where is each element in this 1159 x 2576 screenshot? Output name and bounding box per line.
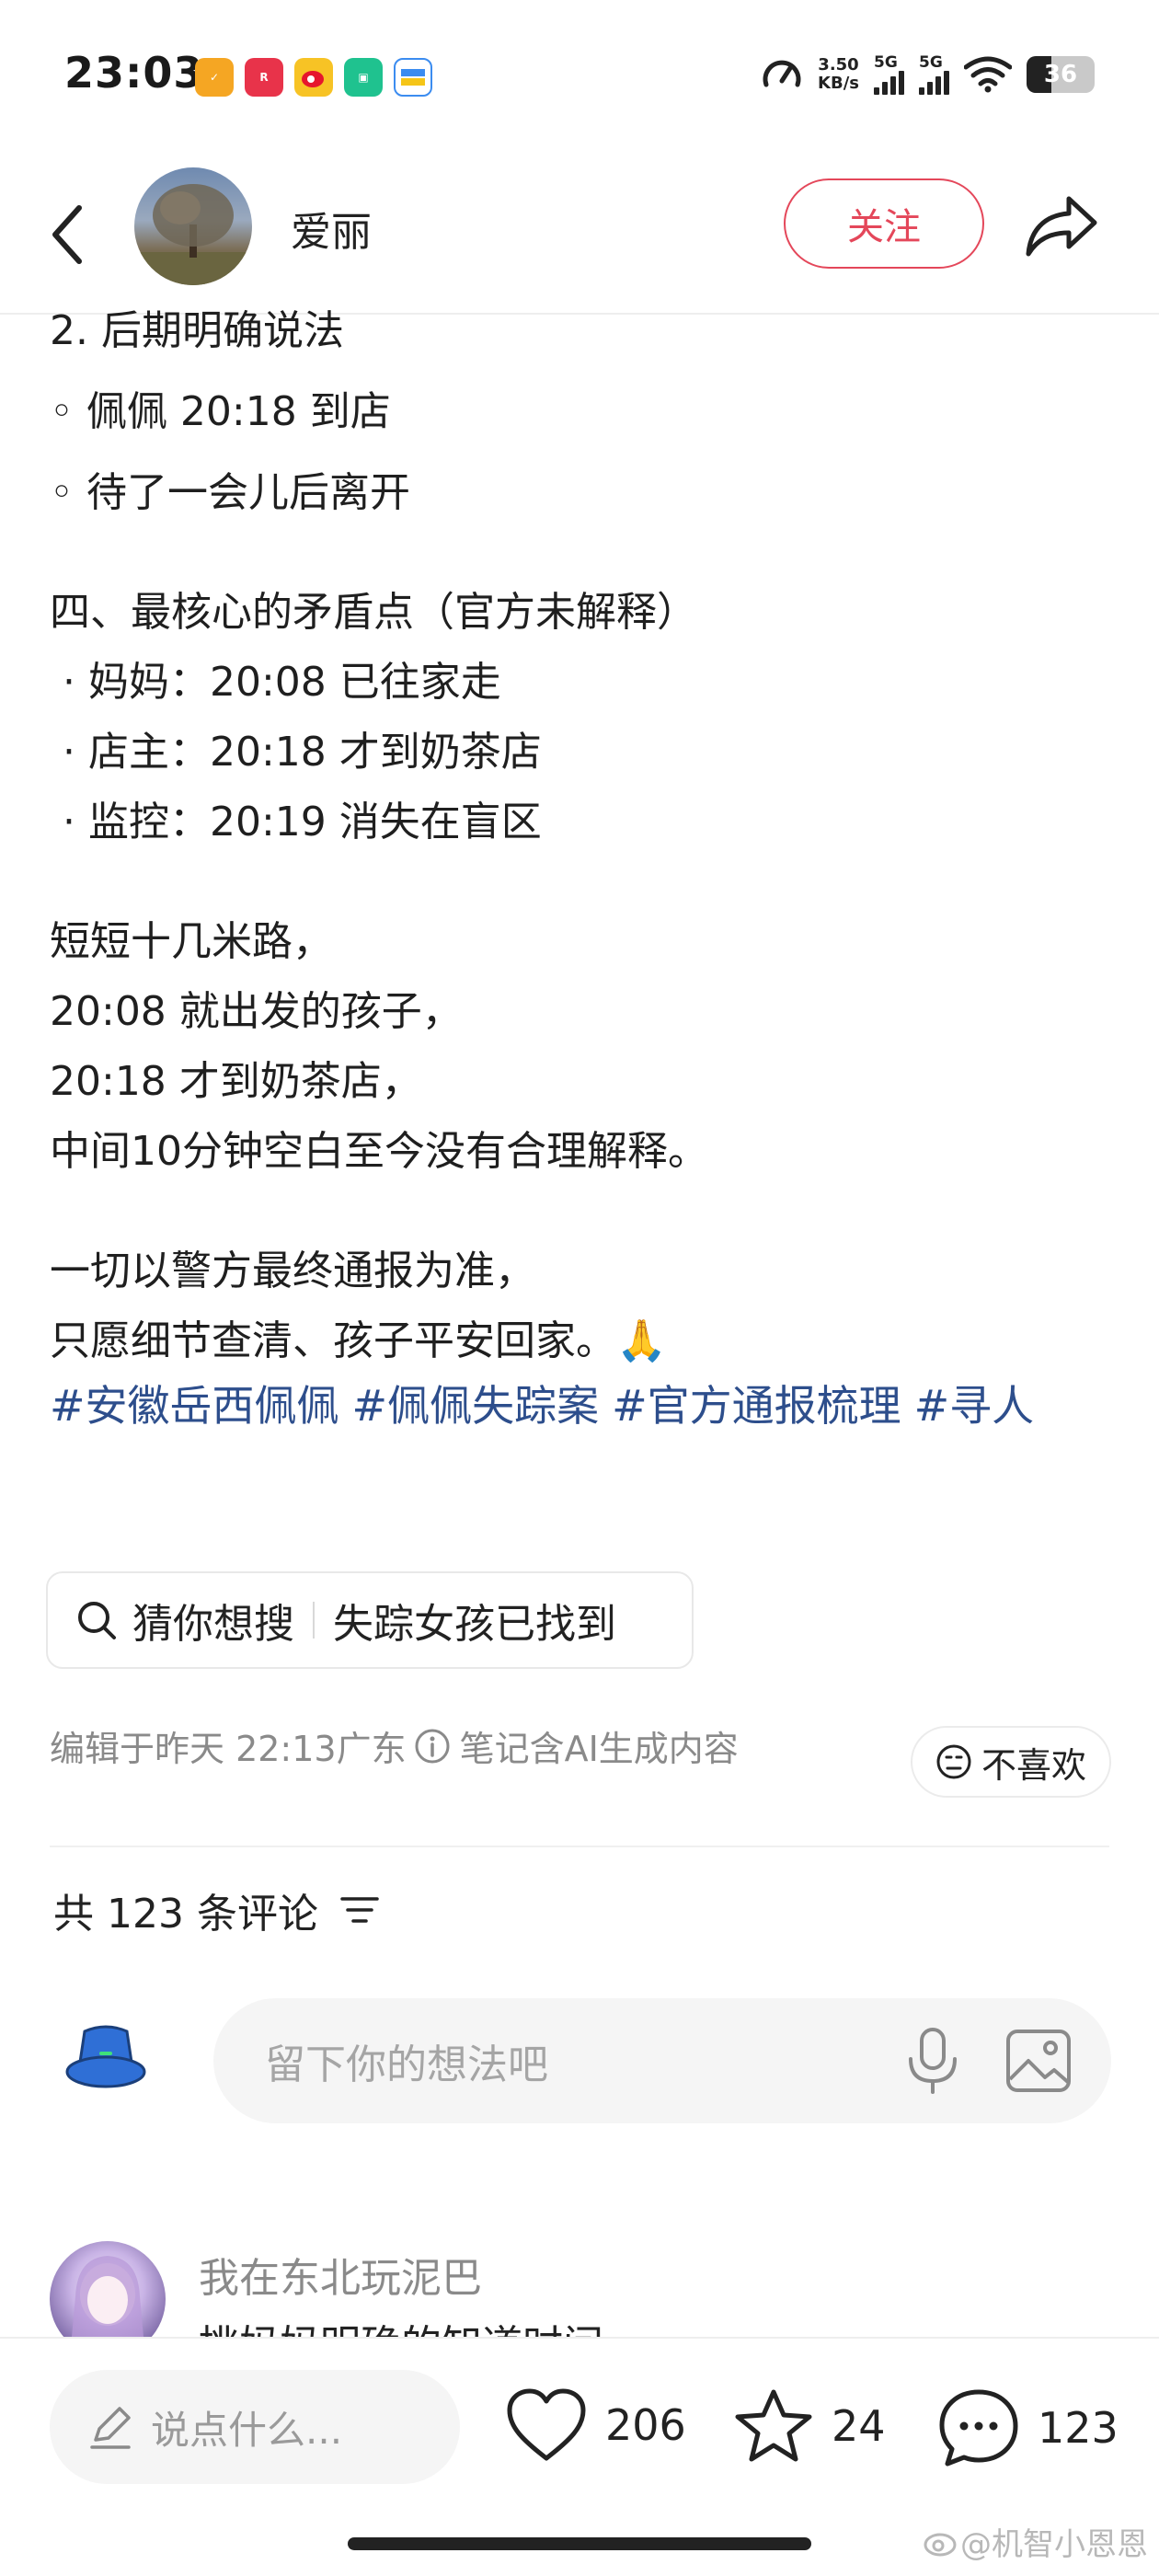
author-avatar[interactable] [134, 167, 252, 285]
favorite-button[interactable]: 24 [732, 2386, 886, 2466]
microphone-icon[interactable] [903, 2026, 962, 2096]
comment-count-stat: 123 [1038, 2403, 1119, 2453]
body-line: 短短十几米路， [50, 918, 333, 965]
pencil-icon [90, 2407, 131, 2449]
search-suggestion-term: 失踪女孩已找到 [333, 1601, 616, 1648]
follow-button[interactable]: 关注 [784, 178, 984, 269]
body-line: 20:18 才到奶茶店， [50, 1058, 422, 1105]
comment-count: 共 123 条评论 [53, 1880, 381, 1939]
hashtag-link[interactable]: #官方通报梳理 [612, 1381, 901, 1431]
edit-time: 编辑于昨天 22:13广东 [50, 1729, 407, 1769]
say-placeholder: 说点什么... [151, 2407, 343, 2453]
dislike-label: 不喜欢 [981, 1744, 1086, 1786]
status-time: 23:03 [64, 48, 204, 98]
body-line: 20:08 就出发的孩子， [50, 988, 463, 1035]
author-name[interactable]: 爱丽 [291, 199, 372, 258]
watermark: @机智小恩恩 [924, 2519, 1148, 2564]
hashtag-link[interactable]: #安徽岳西佩佩 [50, 1381, 339, 1431]
hashtag-link[interactable]: #佩佩失踪案 [352, 1381, 600, 1431]
notification-icons: ✓ R ▣ [195, 58, 432, 97]
hashtag-link[interactable]: #寻人 [914, 1381, 1035, 1431]
divider [313, 1602, 315, 1639]
net-speed: 3.50 KB/s [818, 55, 859, 93]
note-meta: 编辑于昨天 22:13广东 笔记含AI生成内容 [50, 1720, 739, 1771]
status-bar: 23:03 ✓ R ▣ 3.50 KB/s 5G 5G 36 [0, 0, 1159, 156]
search-suggestion[interactable]: 猜你想搜 失踪女孩已找到 [46, 1571, 694, 1669]
bullet-item: · 监控：20:19 消失在盲区 [63, 799, 542, 845]
system-icons: 3.50 KB/s 5G 5G 36 [761, 53, 1095, 96]
weibo-logo-icon [924, 2533, 957, 2556]
body-line: ◦ 待了一会儿后离开 [50, 469, 410, 516]
hashtag-row: #安徽岳西佩佩 #佩佩失踪案 #官方通报梳理 #寻人 [50, 1374, 1117, 1437]
app-notification-icon [394, 58, 432, 97]
signal-1: 5G [874, 54, 904, 95]
note-body: 2. 后期明确说法 ◦ 佩佩 20:18 到店 ◦ 待了一会儿后离开 四、最核心… [50, 304, 1117, 1437]
wifi-icon [964, 56, 1012, 93]
note-header: 爱丽 关注 [0, 156, 1159, 315]
neutral-face-icon [936, 1744, 971, 1779]
signal-bars-icon [874, 71, 904, 95]
info-icon[interactable] [414, 1728, 451, 1765]
back-arrow-icon[interactable] [40, 193, 96, 276]
bullet-item: · 店主：20:18 才到奶茶店 [63, 729, 542, 776]
divider [50, 1846, 1109, 1847]
xiaohongshu-icon: R [245, 58, 283, 97]
heart-icon [507, 2388, 586, 2461]
comment-input-placeholder: 留下你的想法吧 [265, 2041, 548, 2088]
like-button[interactable]: 206 [504, 2386, 686, 2464]
share-icon[interactable] [1023, 191, 1100, 261]
signal-2: 5G [919, 54, 949, 95]
search-icon [78, 1602, 116, 1639]
body-line: 只愿细节查清、孩子平安回家。🙏 [50, 1317, 667, 1364]
comment-count-label: 共 123 条评论 [53, 1891, 318, 1938]
body-line: ◦ 佩佩 20:18 到店 [50, 388, 391, 435]
home-indicator[interactable] [348, 2537, 811, 2550]
dislike-button[interactable]: 不喜欢 [911, 1726, 1111, 1798]
signal-bars-icon [919, 71, 949, 95]
section-title: 四、最核心的矛盾点（官方未解释） [50, 589, 697, 636]
ai-content-note: 笔记含AI生成内容 [459, 1729, 739, 1769]
commenter-name[interactable]: 我在东北玩泥巴 [199, 2245, 482, 2304]
sort-icon[interactable] [339, 1892, 381, 1928]
app-notification-icon: ✓ [195, 58, 234, 97]
weibo-icon [294, 58, 333, 97]
bullet-item: · 妈妈：20:08 已往家走 [63, 659, 501, 706]
battery-icon: 36 [1027, 56, 1095, 93]
app-notification-icon: ▣ [344, 58, 383, 97]
speedometer-icon [763, 60, 801, 87]
image-icon[interactable] [1004, 2028, 1073, 2094]
say-something-input[interactable]: 说点什么... [50, 2370, 460, 2484]
like-count: 206 [605, 2400, 686, 2450]
comment-bubble-icon [939, 2389, 1018, 2467]
watermark-text: @机智小恩恩 [960, 2526, 1148, 2563]
favorite-count: 24 [832, 2401, 886, 2451]
search-suggestion-prefix: 猜你想搜 [132, 1601, 294, 1648]
body-line: 2. 后期明确说法 [50, 307, 344, 354]
comment-input[interactable]: 留下你的想法吧 [213, 1998, 1111, 2123]
body-line: 一切以警方最终通报为准， [50, 1248, 535, 1294]
star-icon [735, 2389, 812, 2462]
body-line: 中间10分钟空白至今没有合理解释。 [50, 1128, 708, 1175]
user-avatar-icon[interactable] [64, 2024, 147, 2094]
tree-image [134, 184, 252, 285]
comment-button[interactable]: 123 [936, 2386, 1119, 2469]
